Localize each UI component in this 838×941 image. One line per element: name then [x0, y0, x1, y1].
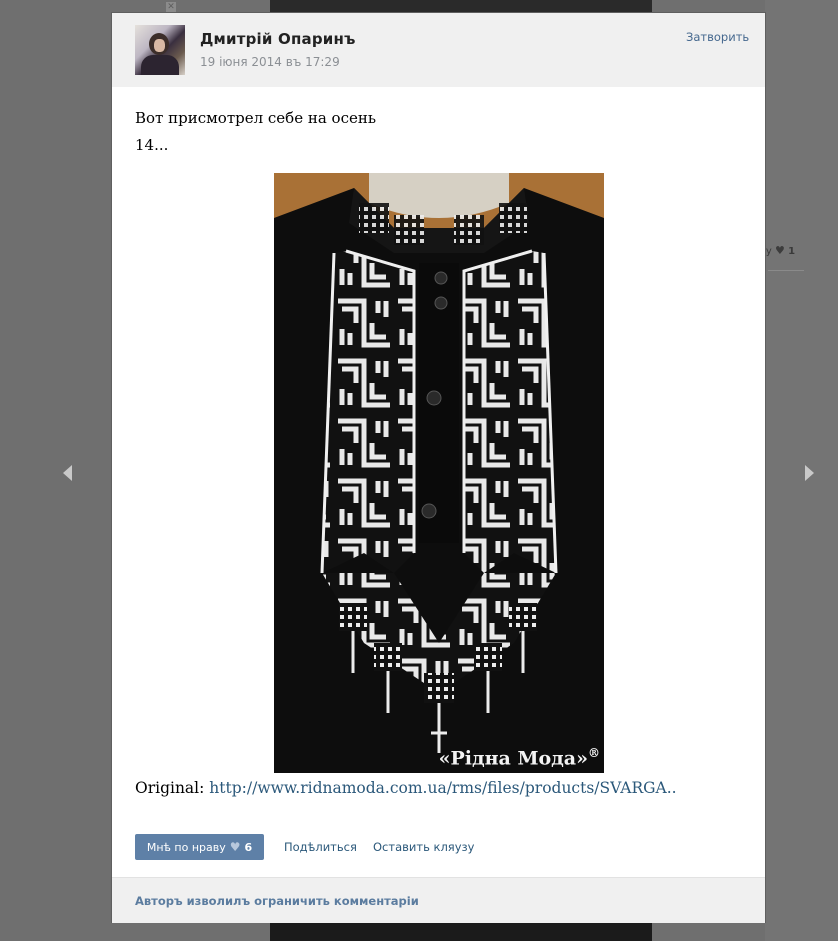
post-date[interactable]: 19 іюня 2014 въ 17:29	[200, 55, 340, 69]
background-divider	[768, 270, 804, 271]
like-button[interactable]: Мнѣ по нраву ♥ 6	[135, 834, 264, 860]
post-text: Вот присмотрел себе на осень 14...	[135, 105, 735, 159]
background-like-count: 1	[788, 246, 796, 257]
image-watermark: «Рідна Мода»®	[438, 745, 600, 769]
share-button[interactable]: Подѣлиться	[284, 840, 357, 854]
post-modal: Дмитрій Опаринъ 19 іюня 2014 въ 17:29 За…	[112, 13, 765, 923]
arrow-left-icon[interactable]	[60, 462, 76, 484]
background-photo-top	[270, 0, 652, 14]
close-button[interactable]: Затворить	[686, 30, 749, 44]
original-link[interactable]: http://www.ridnamoda.com.ua/rms/files/pr…	[209, 779, 676, 797]
post-text-line: 14...	[135, 136, 169, 154]
post-photo[interactable]: «Рідна Мода»®	[274, 173, 604, 773]
avatar[interactable]	[135, 25, 185, 75]
author-name[interactable]: Дмитрій Опаринъ	[200, 30, 356, 48]
post-footer: Авторъ изволилъ ограничить комментаріи	[112, 877, 765, 923]
original-label: Original:	[135, 779, 205, 797]
heart-icon: ♥	[775, 244, 785, 257]
original-source-line: Original: http://www.ridnamoda.com.ua/rm…	[135, 779, 677, 797]
background-like-counter: ву ♥ 1	[760, 244, 795, 257]
background-close-icon: ✕	[166, 2, 176, 12]
embroidered-shirt-image	[274, 173, 604, 773]
like-button-label: Мнѣ по нраву	[146, 840, 226, 854]
like-count: 6	[244, 840, 253, 854]
complain-button[interactable]: Оставить кляузу	[373, 840, 474, 854]
heart-icon: ♥	[229, 840, 241, 854]
arrow-right-icon[interactable]	[801, 462, 817, 484]
post-text-line: Вот присмотрел себе на осень	[135, 109, 377, 127]
post-header: Дмитрій Опаринъ 19 іюня 2014 въ 17:29 За…	[112, 13, 765, 87]
comments-restricted-note: Авторъ изволилъ ограничить комментаріи	[135, 894, 419, 908]
background-photo-bottom	[270, 922, 652, 941]
